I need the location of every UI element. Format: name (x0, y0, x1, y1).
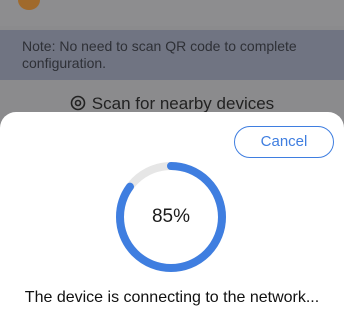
cancel-button[interactable]: Cancel (234, 126, 334, 158)
background-header (0, 0, 344, 26)
connection-status: The device is connecting to the network.… (24, 289, 320, 306)
device-avatar (18, 0, 40, 10)
scan-label: Scan for nearby devices (91, 94, 275, 113)
connecting-sheet: Cancel 85% The device is connecting to t… (0, 112, 344, 336)
config-note: Note: No need to scan QR code to complet… (0, 30, 344, 80)
progress-percent: 85% (151, 206, 191, 227)
